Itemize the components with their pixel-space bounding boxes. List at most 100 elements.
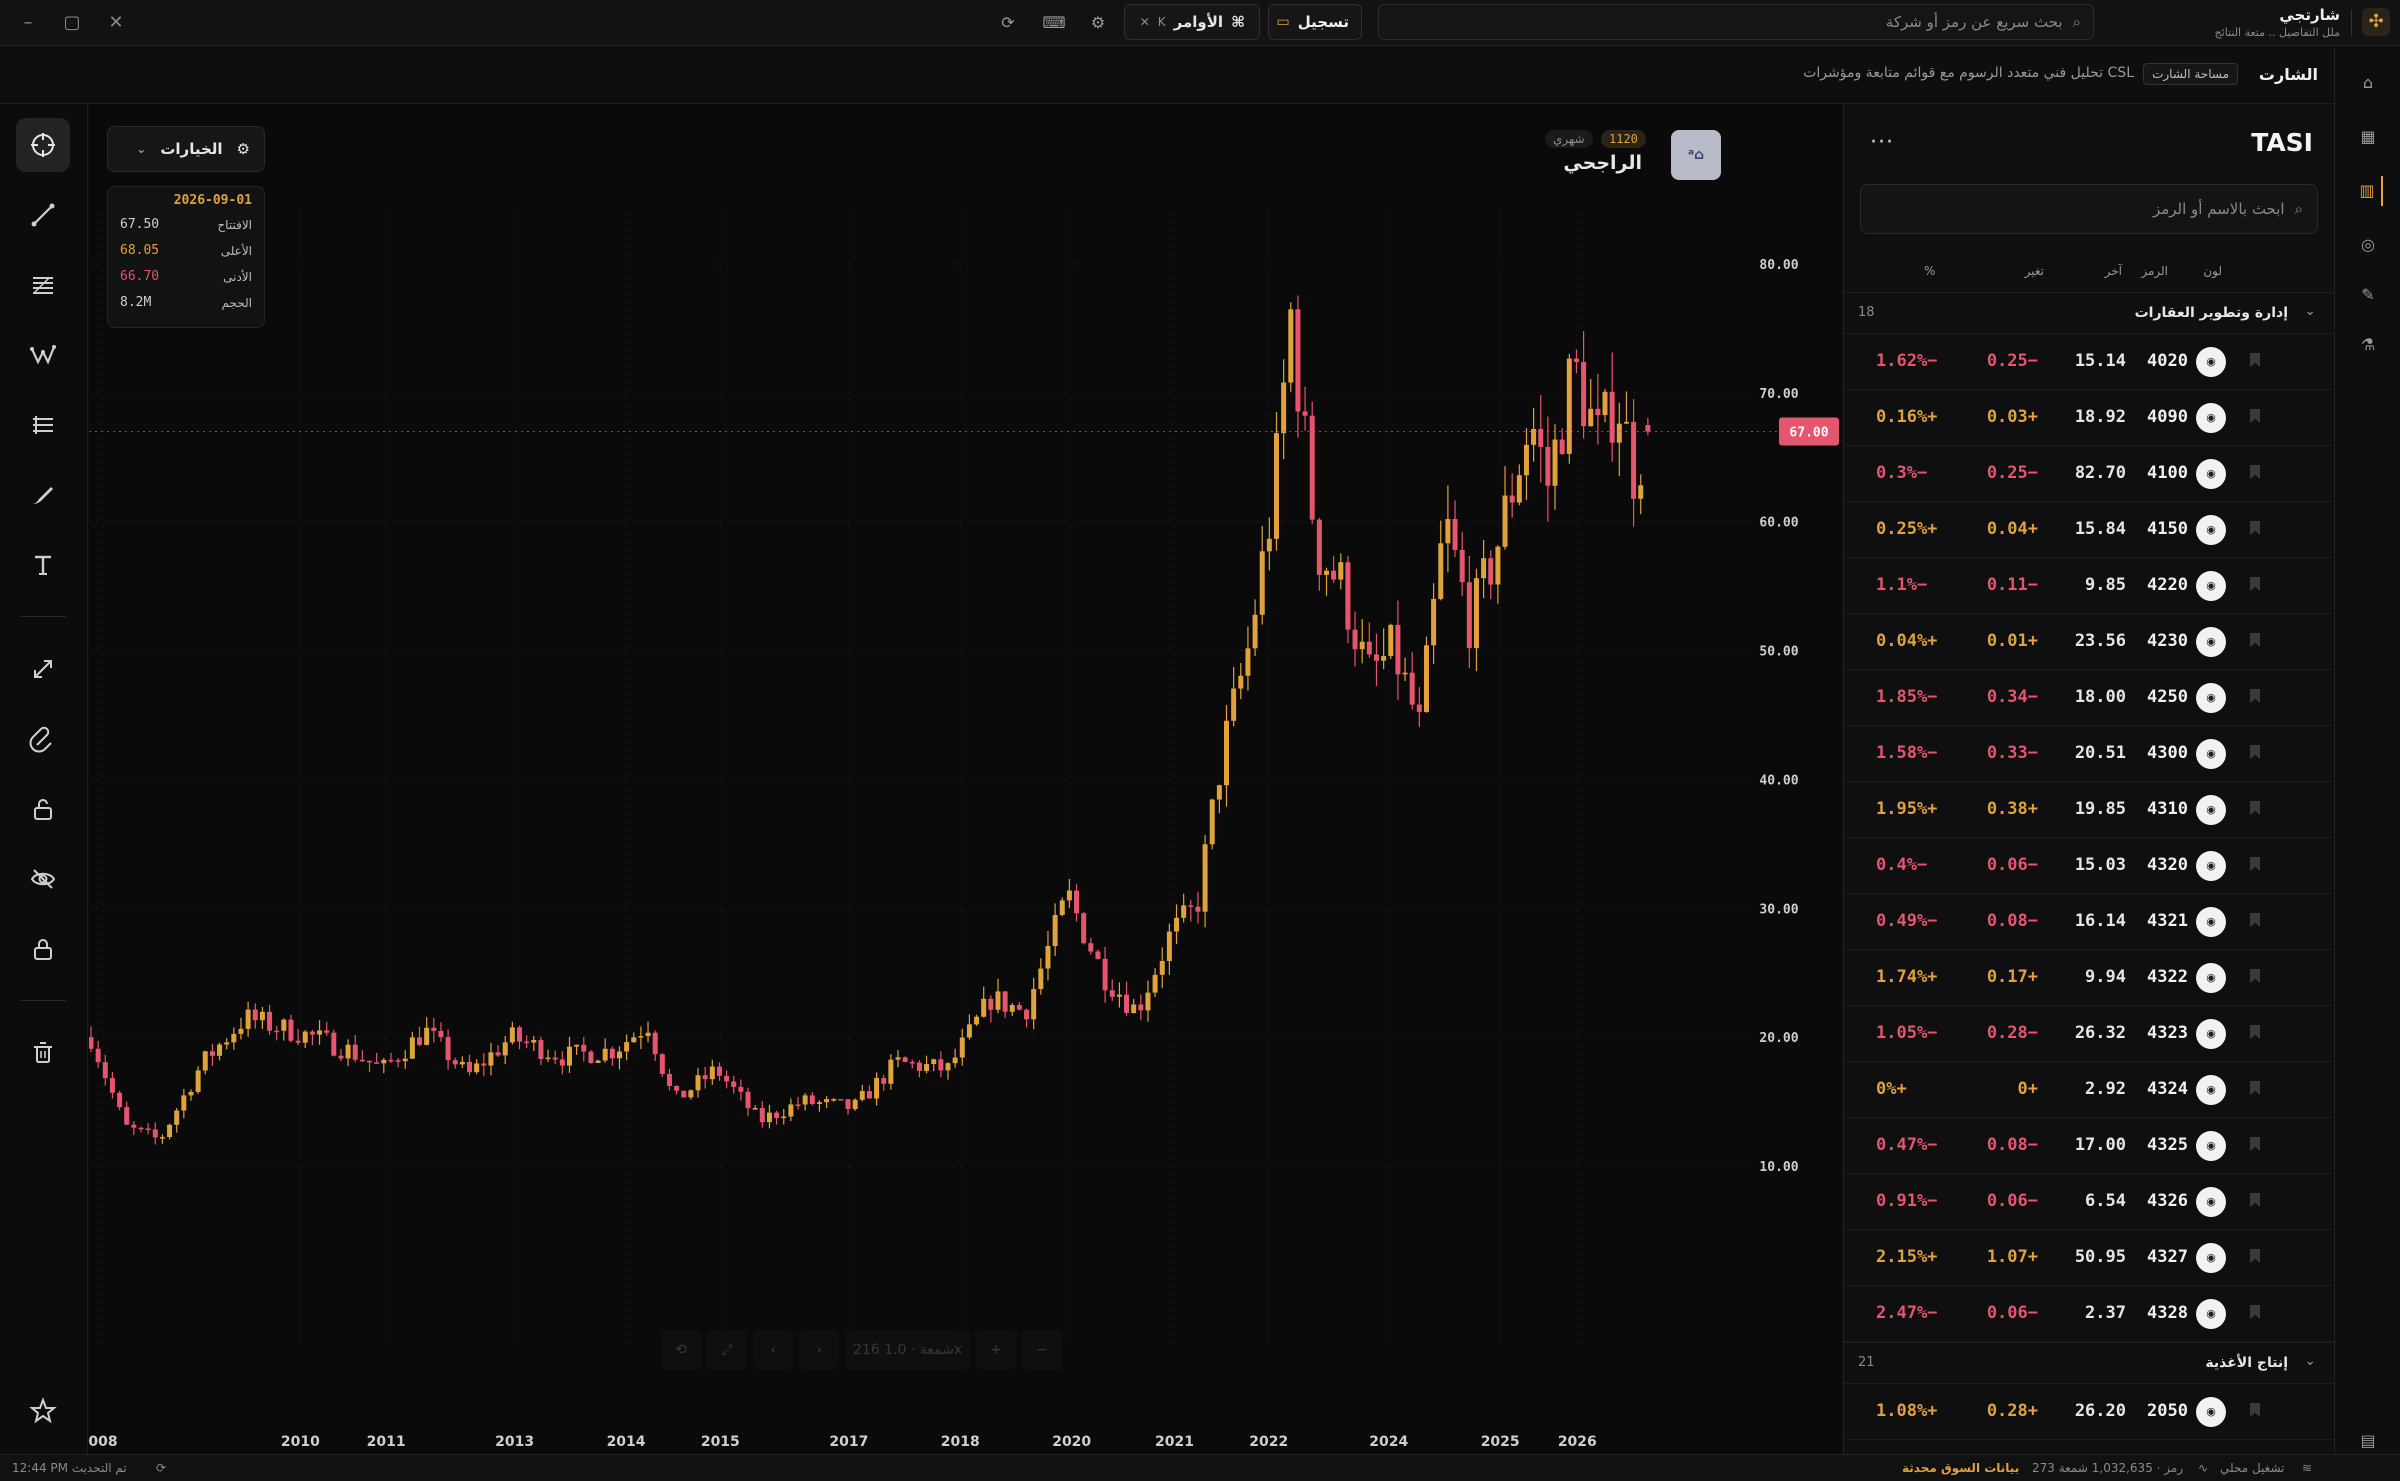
candle-body [1131,1004,1137,1014]
bookmark-icon[interactable] [2250,633,2260,647]
bookmark-icon[interactable] [2250,857,2260,871]
bookmark-icon[interactable] [2250,353,2260,367]
price-change: 0.17+ [1986,967,2038,987]
watchlist-row[interactable]: ◉ 4250 18.00 0.34− 1.85%− [1844,670,2334,726]
watchlist-row[interactable]: ◉ 4220 9.85 0.11− 1.1%− [1844,558,2334,614]
refresh-icon[interactable]: ⟳ [994,10,1022,36]
trash-icon [34,1042,52,1063]
options-button[interactable]: ⚙ الخيارات ⌄ [107,126,265,172]
watchlist-row[interactable]: ◉ 4325 17.00 0.08− 0.47%− [1844,1118,2334,1174]
maximize-icon[interactable]: ▢ [60,11,84,35]
fit-button[interactable]: ⤢ [707,1330,747,1370]
candle-body [1423,645,1429,712]
symbol-code: 4321 [2147,911,2188,931]
watchlist-row[interactable]: ◉ 4230 23.56 0.01+ 0.04%+ [1844,614,2334,670]
book-icon[interactable]: ▤ [2353,1426,2383,1456]
bookmark-icon[interactable] [2250,689,2260,703]
bookmark-icon[interactable] [2250,913,2260,927]
bookmark-icon[interactable] [2250,1305,2260,1319]
bookmark-icon[interactable] [2250,465,2260,479]
zoom-in-button[interactable]: + [976,1330,1017,1370]
watchlist-group[interactable]: ⌄ إدارة وتطوير العقارات 18 [1844,292,2334,334]
scroll-right-button[interactable]: › [799,1330,839,1370]
measure-tool[interactable] [16,642,70,696]
more-options-icon[interactable]: ··· [1870,130,1894,155]
minimize-icon[interactable]: – [16,11,40,35]
delete-drawings-tool[interactable] [16,1026,70,1080]
symbol-logo[interactable]: ᵃ⌂ [1671,130,1721,180]
gear-icon: ⚙ [236,140,250,158]
edit-icon[interactable]: ✎ [2353,280,2383,310]
favorites-tool[interactable] [16,1384,70,1438]
watchlist-group[interactable]: ⌄ إنتاج الأغذية 21 [1844,1342,2334,1384]
bookmark-icon[interactable] [2250,1025,2260,1039]
sync-icon[interactable]: ⟳ [156,1461,166,1475]
brush-tool[interactable] [16,468,70,522]
watchlist-row[interactable]: ◉ 4090 18.92 0.03+ 0.16%+ [1844,390,2334,446]
watchlist-row[interactable]: ◉ 4323 26.32 0.28− 1.05%− [1844,1006,2334,1062]
watchlist-row[interactable]: ◉ 4321 16.14 0.08− 0.49%− [1844,894,2334,950]
candle-body [866,1091,872,1099]
magnet-tool[interactable] [16,712,70,766]
bookmark-icon[interactable] [2250,1403,2260,1417]
reset-zoom-button[interactable]: ⟲ [661,1330,701,1370]
fib-tool[interactable] [16,258,70,312]
hide-drawings-tool[interactable] [16,852,70,906]
keyboard-icon[interactable]: ⌨ [1040,10,1068,36]
scroll-left-button[interactable]: ‹ [753,1330,793,1370]
watchlist-row[interactable]: ◉ 4320 15.03 0.06− 0.4%− [1844,838,2334,894]
lab-flask-icon[interactable]: ⚗ [2353,330,2383,360]
radar-icon[interactable]: ◎ [2353,230,2383,260]
bookmark-icon[interactable] [2250,1137,2260,1151]
bookmark-icon[interactable] [2250,577,2260,591]
home-icon[interactable]: ⌂ [2353,68,2383,98]
settings-icon[interactable]: ⚙ [1084,10,1112,36]
watchlist-row[interactable]: ◉ 4020 15.14 0.25− 1.62%− [1844,334,2334,390]
candle-body [102,1062,108,1079]
close-icon[interactable]: ✕ [104,11,128,35]
candle-body [359,1059,365,1062]
watchlist-row[interactable]: ◉ 4328 2.37 0.06− 2.47%− [1844,1286,2334,1342]
bookmark-icon[interactable] [2250,745,2260,759]
lock-icon [34,939,52,960]
watchlist-row[interactable]: ◉ 4326 6.54 0.06− 0.91%− [1844,1174,2334,1230]
bookmark-icon[interactable] [2250,409,2260,423]
chart-icon[interactable]: ▥ [2353,176,2383,206]
watchlist-row[interactable]: ◉ 4327 50.95 1.07+ 2.15%+ [1844,1230,2334,1286]
candle-body [809,1095,815,1104]
bookmark-icon[interactable] [2250,1193,2260,1207]
crosshair-tool[interactable] [16,118,70,172]
pattern-tool[interactable] [16,328,70,382]
zoom-out-button[interactable]: − [1022,1330,1063,1370]
commands-button[interactable]: ⌘ الأوامر K ✕ [1124,4,1260,40]
candle-body [859,1091,865,1100]
bookmark-icon[interactable] [2250,521,2260,535]
bookmark-icon[interactable] [2250,969,2260,983]
lock-drawings-tool[interactable] [16,782,70,836]
watchlist-row[interactable]: ◉ 2050 26.20 0.28+ 1.08%+ [1844,1384,2334,1440]
watchlist-search-input[interactable]: ⌕ ابحث بالاسم أو الرمز [1860,184,2318,234]
candle-body [259,1011,265,1021]
timeframe-badge[interactable]: شهري [1545,130,1593,148]
watchlist-row[interactable]: ◉ 4324 2.92 0+ 0%+ [1844,1062,2334,1118]
chart-area[interactable]: 10.00 20.00 30.00 40.00 50.00 60.00 70.00 80.00… [89,104,1842,1454]
map-icon[interactable]: ▦ [2353,122,2383,152]
last-price: 6.54 [2085,1191,2126,1211]
watchlist-row[interactable]: ◉ 4300 20.51 0.33− 1.58%− [1844,726,2334,782]
watchlist-row[interactable]: ◉ 4100 82.70 0.25− 0.3%− [1844,446,2334,502]
watchlist-row[interactable]: ◉ 4322 9.94 0.17+ 1.74%+ [1844,950,2334,1006]
text-tool[interactable] [16,538,70,592]
price-chart[interactable]: 10.00 20.00 30.00 40.00 50.00 60.00 70.00 80.00… [89,104,1842,1454]
bookmark-icon[interactable] [2250,1249,2260,1263]
candle-body [495,1052,501,1056]
company-logo: ◉ [2196,1397,2226,1427]
watchlist-row[interactable]: ◉ 4150 15.84 0.04+ 0.25%+ [1844,502,2334,558]
lock-tool[interactable] [16,922,70,976]
gann-tool[interactable] [16,398,70,452]
watchlist-row[interactable]: ◉ 4310 19.85 0.38+ 1.95%+ [1844,782,2334,838]
quick-search-input[interactable]: ⌕ بحث سريع عن رمز أو شركة [1378,4,2094,40]
bookmark-icon[interactable] [2250,1081,2260,1095]
bookmark-icon[interactable] [2250,801,2260,815]
record-button[interactable]: تسجيل ▭ [1268,4,1362,40]
trend-line-tool[interactable] [16,188,70,242]
